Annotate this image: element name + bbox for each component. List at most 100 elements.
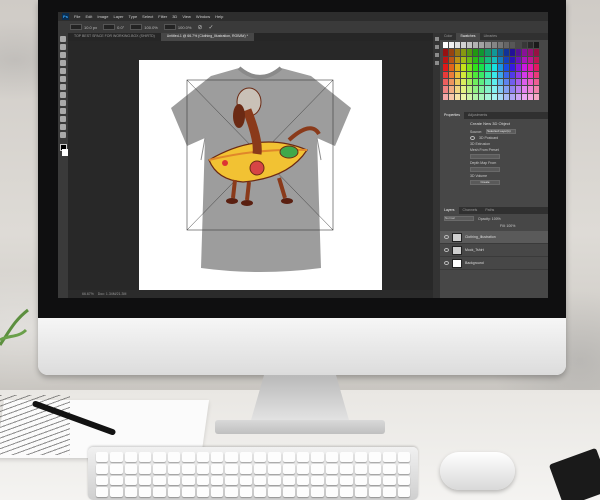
swatch-cell[interactable] [527, 64, 533, 71]
keyboard-key[interactable] [297, 463, 310, 474]
keyboard-key[interactable] [297, 487, 310, 497]
keyboard-key[interactable] [124, 463, 138, 474]
swatch-cell[interactable] [461, 93, 467, 100]
swatch-cell[interactable] [467, 78, 473, 86]
keyboard-key[interactable] [110, 452, 123, 462]
swatch-cell[interactable] [509, 42, 515, 49]
keyboard-key[interactable] [383, 452, 396, 462]
swatch-cell[interactable] [485, 78, 491, 86]
swatch-cell[interactable] [515, 56, 521, 64]
swatch-cell[interactable] [497, 78, 503, 86]
keyboard-key[interactable] [153, 475, 166, 486]
swatch-cell[interactable] [521, 49, 527, 56]
option-row[interactable] [440, 153, 548, 160]
swatch-cell[interactable] [533, 93, 539, 100]
keyboard-key[interactable] [354, 475, 367, 486]
keyboard-key[interactable] [182, 475, 195, 486]
swatch-cell[interactable] [485, 86, 491, 93]
swatch-cell[interactable] [455, 78, 461, 86]
swatch-cell[interactable] [461, 86, 467, 93]
swatch-cell[interactable] [533, 78, 539, 86]
swatch-cell[interactable] [497, 42, 503, 49]
swatch-cell[interactable] [473, 93, 479, 100]
create-button[interactable]: Create [470, 180, 500, 185]
keyboard-key[interactable] [368, 487, 382, 497]
swatch-cell[interactable] [485, 64, 491, 71]
keyboard-key[interactable] [340, 475, 353, 486]
keyboard-key[interactable] [311, 475, 324, 486]
swatch-cell[interactable] [533, 42, 539, 49]
swatch-cell[interactable] [491, 42, 497, 49]
swatch-cell[interactable] [521, 78, 527, 86]
keyboard-key[interactable] [239, 475, 252, 486]
tab-active-document[interactable]: Untitled-1 @ 66.7% (Clothing_Illustratio… [160, 33, 254, 41]
swatch-cell[interactable] [509, 64, 515, 71]
swatch-cell[interactable] [527, 42, 533, 49]
layer-row[interactable]: Mock_Tshirt [440, 244, 548, 257]
keyboard-key[interactable] [96, 487, 109, 497]
keyboard-key[interactable] [297, 452, 310, 462]
swatch-cell[interactable] [515, 42, 521, 49]
keyboard-key[interactable] [110, 463, 123, 474]
keyboard-key[interactable] [340, 487, 353, 497]
keyboard-key[interactable] [153, 463, 166, 474]
rotation-option[interactable]: 0.0° [103, 24, 124, 30]
keyboard-key[interactable] [354, 452, 367, 462]
swatch-cell[interactable] [449, 42, 455, 49]
swatch-cell[interactable] [443, 42, 449, 49]
swatch-cell[interactable] [503, 78, 509, 86]
swatch-cell[interactable] [479, 93, 485, 100]
keyboard-key[interactable] [325, 452, 339, 462]
tab-adjustments[interactable]: Adjustments [464, 112, 491, 119]
keyboard-key[interactable] [182, 452, 195, 462]
swatch-cell[interactable] [455, 64, 461, 71]
swatch-cell[interactable] [497, 49, 503, 56]
swatch-cell[interactable] [473, 42, 479, 49]
keyboard-key[interactable] [268, 475, 281, 486]
keyboard-key[interactable] [225, 463, 238, 474]
swatch-cell[interactable] [485, 42, 491, 49]
swatch-cell[interactable] [449, 93, 455, 100]
swatch-cell[interactable] [461, 42, 467, 49]
swatch-cell[interactable] [491, 86, 497, 93]
keyboard-key[interactable] [210, 452, 224, 462]
keyboard-key[interactable] [110, 487, 123, 497]
swatch-cell[interactable] [515, 71, 521, 78]
keyboard-key[interactable] [253, 452, 267, 462]
swatch-cell[interactable] [479, 64, 485, 71]
keyboard-key[interactable] [139, 463, 152, 474]
keyboard-key[interactable] [153, 452, 166, 462]
swatch-cell[interactable] [455, 71, 461, 78]
swatch-cell[interactable] [443, 78, 449, 86]
swatch-cell[interactable] [503, 42, 509, 49]
keyboard-key[interactable] [239, 463, 252, 474]
mouse[interactable] [440, 452, 515, 490]
swatch-cell[interactable] [503, 93, 509, 100]
opacity-field[interactable]: Opacity: 100% [478, 217, 501, 221]
keyboard-key[interactable] [282, 452, 296, 462]
swatch-cell[interactable] [497, 56, 503, 64]
eyedropper-icon[interactable] [60, 68, 66, 74]
blend-mode-select[interactable]: Normal [444, 216, 474, 221]
keyboard-key[interactable] [311, 463, 324, 474]
keyboard-key[interactable] [311, 452, 324, 462]
keyboard-key[interactable] [153, 487, 166, 497]
gradient-icon[interactable] [60, 92, 66, 98]
paragraph-icon[interactable] [434, 61, 439, 65]
keyboard-key[interactable] [383, 475, 396, 486]
swatch-cell[interactable] [515, 49, 521, 56]
keyboard-key[interactable] [167, 475, 181, 486]
keyboard-key[interactable] [268, 463, 281, 474]
swatch-cell[interactable] [533, 56, 539, 64]
swatch-cell[interactable] [491, 93, 497, 100]
swatch-cell[interactable] [491, 49, 497, 56]
keyboard-key[interactable] [253, 463, 267, 474]
swatch-cell[interactable] [503, 71, 509, 78]
properties-icon[interactable] [434, 45, 439, 49]
layer-row[interactable]: Clothing_Illustration [440, 231, 548, 244]
swatch-cell[interactable] [485, 49, 491, 56]
keyboard-key[interactable] [239, 487, 252, 497]
eraser-icon[interactable] [60, 84, 66, 90]
keyboard-key[interactable] [340, 452, 353, 462]
swatch-cell[interactable] [473, 49, 479, 56]
